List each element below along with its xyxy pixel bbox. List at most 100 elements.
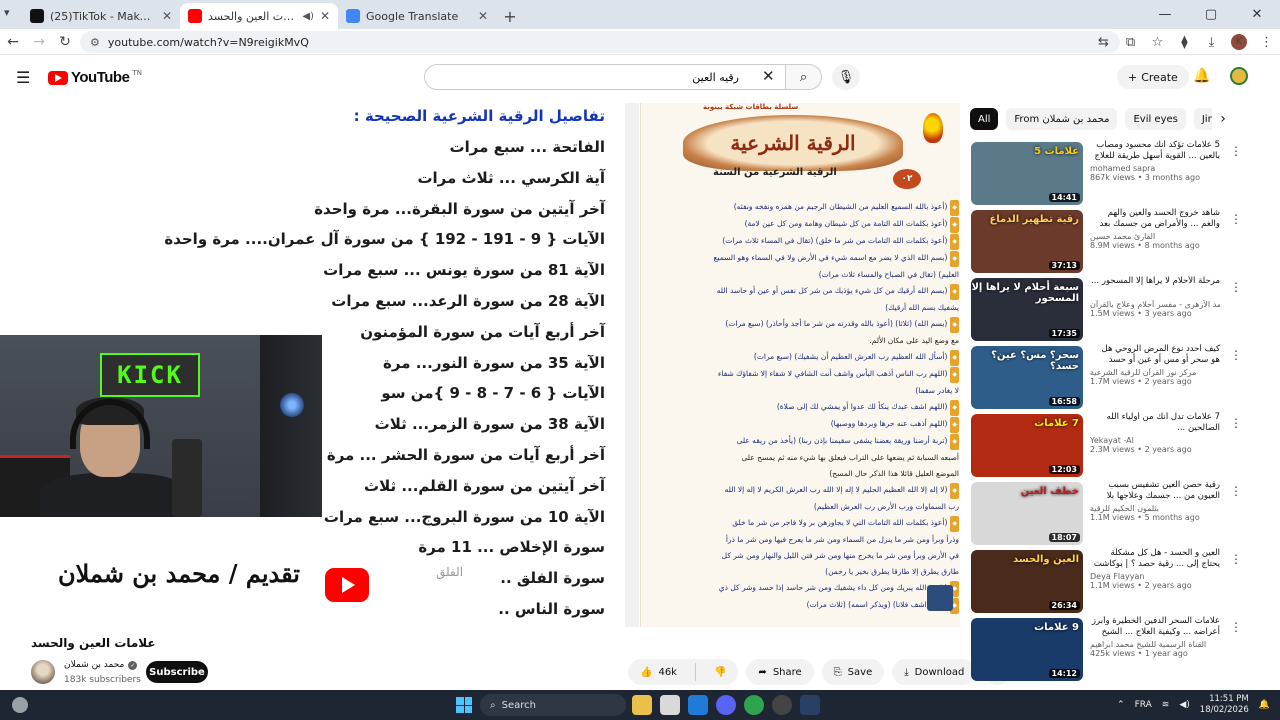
hamburger-menu-icon[interactable]: ☰ <box>16 68 30 87</box>
recommendation-item[interactable]: 9 علامات 14:12 علامات السحر الدفين الخطيرة… <box>970 616 1280 684</box>
install-app-icon[interactable]: ⧉ <box>1117 35 1144 50</box>
video-thumbnail[interactable]: رقية تطهير الدماغ 37:13 <box>971 210 1083 273</box>
recommendation-item[interactable]: خطف العين 18:07 رقية حصن العين تشفيس بسبب … <box>970 480 1280 548</box>
clock[interactable]: 11:51 PM 18/02/2026 <box>1200 694 1249 716</box>
recommendation-title[interactable]: 7 علامات تدل أنك من أولياء الله الصالحين… <box>1090 412 1220 434</box>
search-button[interactable]: ⌕ <box>786 64 822 90</box>
taskbar-search[interactable]: ⌕ Search <box>480 694 626 716</box>
share-button[interactable]: ➦ Share <box>746 659 814 685</box>
download-icon[interactable]: ⤓ <box>1198 35 1225 50</box>
chips-next-chevron-icon[interactable]: › <box>1212 108 1234 130</box>
speaker-icon[interactable]: ◀) <box>302 11 314 22</box>
more-options-icon[interactable]: ⋮ <box>1230 620 1242 634</box>
tab-search-icon[interactable]: ▾ <box>4 6 10 19</box>
notifications-bell-icon[interactable]: 🔔 <box>1193 68 1210 84</box>
recommendation-channel[interactable]: القارئ محمد حسين <box>1090 232 1220 241</box>
more-options-icon[interactable]: ⋮ <box>1230 484 1242 498</box>
language-indicator[interactable]: FRA <box>1135 700 1152 710</box>
recommendation-item[interactable]: سبعة أحلام لا يراها إلا المسحور 17:35 مرحل… <box>970 276 1280 344</box>
tab-google-translate[interactable]: Google Translate ✕ <box>338 3 496 29</box>
more-options-icon[interactable]: ⋮ <box>1230 552 1242 566</box>
chip-evil-eyes[interactable]: Evil eyes <box>1125 108 1186 130</box>
recommendation-channel[interactable]: بثلمون الحكيم للرقية <box>1090 504 1220 513</box>
tab-close-icon[interactable]: ✕ <box>162 9 172 23</box>
recommendation-item[interactable]: علامات 5 14:41 5 علامات تؤكد أنك محسود ومص… <box>970 140 1280 208</box>
close-window-icon[interactable]: ✕ <box>1234 0 1280 29</box>
tab-close-icon[interactable]: ✕ <box>478 9 488 23</box>
discord-icon[interactable] <box>716 695 736 715</box>
site-info-icon[interactable]: ⚙ <box>90 36 100 49</box>
tab-youtube[interactable]: علامات العين والحسد - YouTube ◀) ✕ <box>180 3 338 29</box>
tab-close-icon[interactable]: ✕ <box>320 9 330 23</box>
more-options-icon[interactable]: ⋮ <box>1230 212 1242 226</box>
steam-icon[interactable] <box>800 695 820 715</box>
translate-icon[interactable]: ⇆ <box>1090 35 1117 50</box>
more-options-icon[interactable]: ⋮ <box>1230 416 1242 430</box>
minimize-icon[interactable]: — <box>1142 0 1188 29</box>
recommendation-item[interactable]: 7 علامات 12:03 7 علامات تدل أنك من أولياء … <box>970 412 1280 480</box>
forward-icon[interactable]: → <box>26 34 52 50</box>
account-avatar[interactable] <box>1230 67 1248 85</box>
back-icon[interactable]: ← <box>0 34 26 50</box>
more-options-icon[interactable]: ⋮ <box>1230 280 1242 294</box>
video-thumbnail[interactable]: 7 علامات 12:03 <box>971 414 1083 477</box>
channel-name-row[interactable]: محمد بن شملان ✓ <box>64 660 138 670</box>
dislike-button[interactable]: 👎 <box>702 659 738 685</box>
recommendation-title[interactable]: كيف أحدد نوع المرض الروحي هل هو سحر أو م… <box>1090 344 1220 366</box>
channel-name[interactable]: محمد بن شملان <box>64 660 124 670</box>
more-options-icon[interactable]: ⋮ <box>1230 348 1242 362</box>
recommendation-item[interactable]: العين والحسد 26:34 العين و الحسد - هل كل م… <box>970 548 1280 616</box>
recommendation-title[interactable]: مرحلة الأحلام لا يراها إلا المسحور ... <box>1090 276 1220 298</box>
video-player[interactable]: تفاصيل الرقية الشرعية الصحيحة : الفاتحة … <box>0 103 960 627</box>
channel-avatar[interactable] <box>31 660 55 684</box>
notification-bell-icon[interactable]: 🔔 <box>1259 700 1270 710</box>
recommendation-title[interactable]: شاهد خروج الحسد والعين والهم والغم ... و… <box>1090 208 1221 230</box>
windows-start-icon[interactable] <box>456 697 472 713</box>
address-bar[interactable]: ⚙ youtube.com/watch?v=N9reigikMvQ <box>80 31 1120 53</box>
recommendation-title[interactable]: 5 علامات تؤكد أنك محسود ومصاب بالعين ...… <box>1090 140 1220 162</box>
weather-widget-icon[interactable] <box>12 697 28 713</box>
browser-menu-icon[interactable]: ⋮ <box>1253 35 1280 50</box>
recommendation-channel[interactable]: mohamed sapra <box>1090 164 1220 173</box>
recommendation-channel[interactable]: محمد الأزهري - مفسر أحلام وعلاج بالقرآن <box>1090 300 1220 309</box>
recommendation-channel[interactable]: مركز نور القرآن للرقية الشرعية <box>1090 368 1220 377</box>
obs-icon[interactable] <box>772 695 792 715</box>
recommendation-title[interactable]: علامات السحر الدفين الخطيرة وأبرز أعراضه… <box>1090 616 1220 638</box>
recommendation-channel[interactable]: Deya Flayyan <box>1090 572 1220 581</box>
save-button[interactable]: ⎘ Save <box>821 659 885 685</box>
recommendation-channel[interactable]: القناة الرسمية للشيخ محمد ابراهيم <box>1090 640 1220 649</box>
video-thumbnail[interactable]: خطف العين 18:07 <box>971 482 1083 545</box>
download-button[interactable]: ⤓ Download <box>892 659 977 685</box>
tray-chevron-icon[interactable]: ⌃ <box>1117 700 1125 710</box>
wifi-icon[interactable]: ≋ <box>1162 700 1170 710</box>
video-thumbnail[interactable]: سحر؟ مس؟ عين؟ حسد؟ 16:58 <box>971 346 1083 409</box>
recommendation-item[interactable]: سحر؟ مس؟ عين؟ حسد؟ 16:58 كيف أحدد نوع المر… <box>970 344 1280 412</box>
youtube-logo[interactable]: YouTube TN <box>48 69 142 86</box>
create-button[interactable]: + Create <box>1117 65 1189 89</box>
subscribe-button[interactable]: Subscribe <box>146 661 208 683</box>
bookmark-star-icon[interactable]: ☆ <box>1144 35 1171 50</box>
recommendation-title[interactable]: رقية حصن العين تشفيس بسبب العيون من ... … <box>1090 480 1220 502</box>
voice-search-button[interactable]: 🎙 <box>832 64 860 90</box>
maximize-icon[interactable]: ▢ <box>1188 0 1234 29</box>
extensions-icon[interactable]: ⧫ <box>1171 35 1198 50</box>
tab-tiktok[interactable]: (25)TikTok - Make Your Day ✕ <box>22 3 180 29</box>
video-thumbnail[interactable]: سبعة أحلام لا يراها إلا المسحور 17:35 <box>971 278 1083 341</box>
search-input[interactable] <box>439 70 739 84</box>
recommendation-item[interactable]: رقية تطهير الدماغ 37:13 شاهد خروج الحسد وا… <box>970 208 1280 276</box>
volume-icon[interactable]: ◀) <box>1179 700 1189 710</box>
store-icon[interactable] <box>660 695 680 715</box>
reload-icon[interactable]: ↻ <box>52 34 78 50</box>
chip-from-channel[interactable]: From محمد بن شملان <box>1006 108 1118 130</box>
chip-all[interactable]: All <box>970 108 999 130</box>
edge-icon[interactable] <box>688 695 708 715</box>
more-options-icon[interactable]: ⋮ <box>1230 144 1242 158</box>
new-tab-button[interactable]: + <box>496 3 524 29</box>
recommendation-title[interactable]: العين و الحسد - هل كل مشكلة يحتاج إلى ..… <box>1090 548 1220 570</box>
profile-avatar[interactable]: K <box>1231 34 1247 50</box>
like-button[interactable]: 👍 46k <box>628 659 689 685</box>
recommendation-channel[interactable]: Yekayat -Al <box>1090 436 1220 445</box>
file-explorer-icon[interactable] <box>632 695 652 715</box>
chrome-icon[interactable] <box>744 695 764 715</box>
clear-search-icon[interactable]: ✕ <box>762 67 775 85</box>
